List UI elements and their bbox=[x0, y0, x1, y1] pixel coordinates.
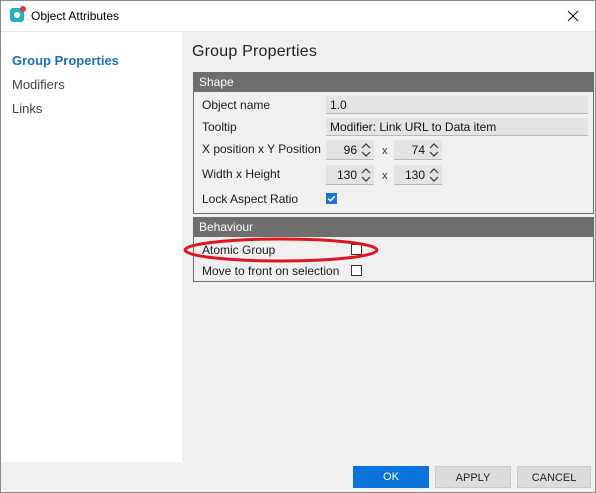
close-button[interactable] bbox=[551, 1, 595, 31]
shape-header-label: Shape bbox=[199, 75, 234, 89]
x-position-stepper[interactable]: 96 bbox=[326, 140, 374, 160]
object-name-field[interactable]: 1.0 bbox=[326, 96, 588, 114]
y-position-value: 74 bbox=[411, 143, 425, 157]
position-separator: x bbox=[382, 145, 388, 157]
spinner-arrows-icon[interactable] bbox=[428, 166, 440, 184]
behaviour-group-header: Behaviour bbox=[194, 218, 593, 237]
y-position-stepper[interactable]: 74 bbox=[394, 140, 442, 160]
sidebar-item-links[interactable]: Links bbox=[12, 101, 42, 116]
height-value: 130 bbox=[404, 168, 425, 182]
size-label: Width x Height bbox=[202, 167, 281, 181]
x-position-value: 96 bbox=[343, 143, 357, 157]
position-label: X position x Y Position bbox=[202, 142, 321, 156]
behaviour-header-label: Behaviour bbox=[199, 220, 254, 234]
tooltip-field[interactable]: Modifier: Link URL to Data item bbox=[326, 118, 588, 136]
width-value: 130 bbox=[336, 168, 357, 182]
lock-aspect-checkbox[interactable] bbox=[326, 193, 337, 204]
apply-button[interactable]: APPLY bbox=[435, 466, 511, 488]
object-name-label: Object name bbox=[202, 98, 271, 112]
shape-group: Shape Object name 1.0 Tooltip Modifier: … bbox=[193, 72, 594, 214]
close-icon bbox=[567, 10, 579, 22]
dialog-footer: OK APPLY CANCEL bbox=[1, 462, 595, 492]
spinner-arrows-icon[interactable] bbox=[428, 141, 440, 159]
lock-aspect-label: Lock Aspect Ratio bbox=[202, 192, 299, 206]
move-front-label: Move to front on selection bbox=[202, 264, 340, 278]
app-logo-icon bbox=[10, 6, 26, 22]
window-title: Object Attributes bbox=[31, 9, 120, 23]
ok-button[interactable]: OK bbox=[353, 466, 429, 488]
sidebar-item-modifiers[interactable]: Modifiers bbox=[12, 77, 65, 92]
tooltip-label: Tooltip bbox=[202, 120, 237, 134]
spinner-arrows-icon[interactable] bbox=[360, 141, 372, 159]
page-title: Group Properties bbox=[192, 43, 318, 60]
red-ellipse-annotation bbox=[183, 237, 379, 263]
height-stepper[interactable]: 130 bbox=[394, 165, 442, 185]
spinner-arrows-icon[interactable] bbox=[360, 166, 372, 184]
title-bar[interactable]: Object Attributes bbox=[1, 1, 595, 32]
shape-group-header: Shape bbox=[194, 73, 593, 92]
checkmark-icon bbox=[327, 195, 336, 202]
sidebar-nav: Group Properties Modifiers Links bbox=[1, 32, 181, 462]
move-front-checkbox[interactable] bbox=[351, 265, 362, 276]
sidebar-item-group-properties[interactable]: Group Properties bbox=[12, 53, 119, 68]
cancel-button[interactable]: CANCEL bbox=[517, 466, 591, 488]
size-separator: x bbox=[382, 170, 388, 182]
width-stepper[interactable]: 130 bbox=[326, 165, 374, 185]
